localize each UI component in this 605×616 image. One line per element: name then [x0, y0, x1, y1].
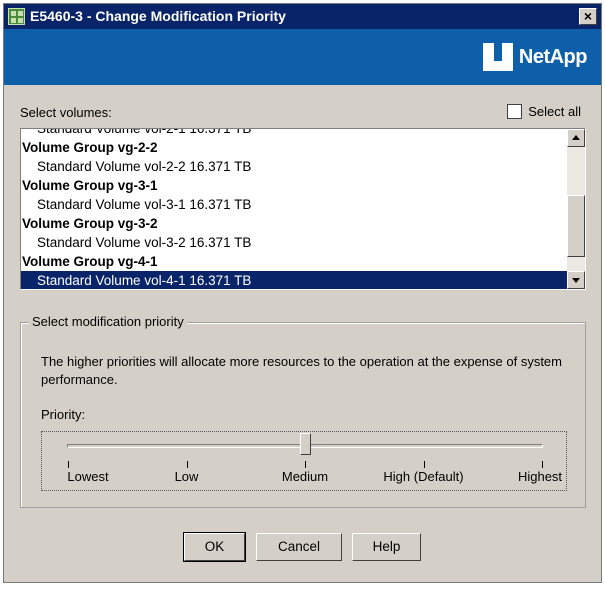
volume-group-item[interactable]: Volume Group vg-3-2 [21, 214, 568, 233]
priority-groupbox-legend: Select modification priority [29, 314, 187, 329]
volumes-list: Standard Volume vol-2-1 16.371 TB Volume … [21, 129, 568, 289]
netapp-logo-icon [482, 43, 513, 71]
netapp-logo: NetApp [482, 43, 588, 71]
volume-group-item[interactable]: Volume Group vg-3-1 [21, 176, 568, 195]
window-title: E5460-3 - Change Modification Priority [30, 8, 286, 24]
priority-groupbox: Select modification priority The higher … [20, 314, 586, 508]
priority-label: Priority: [41, 407, 86, 422]
priority-description: The higher priorities will allocate more… [41, 354, 562, 387]
volumes-listbox[interactable]: Standard Volume vol-2-1 16.371 TB Volume … [20, 128, 586, 290]
netapp-logo-text: NetApp [518, 45, 588, 68]
slider-tick [423, 461, 425, 468]
volume-item[interactable]: Standard Volume vol-3-1 16.371 TB [21, 195, 568, 214]
brand-banner: NetApp [4, 29, 601, 85]
select-all-checkbox[interactable]: Select all [507, 104, 581, 119]
slider-label-highest: Highest [517, 469, 563, 484]
scroll-down-button[interactable] [567, 271, 585, 289]
dialog-window: E5460-3 - Change Modification Priority ×… [3, 3, 602, 583]
slider-thumb[interactable] [300, 433, 311, 455]
slider-label-lowest: Lowest [67, 469, 109, 484]
cancel-button[interactable]: Cancel [256, 533, 342, 561]
app-icon [8, 8, 25, 25]
priority-slider[interactable]: Lowest Low Medium High (Default) Highest [41, 431, 567, 491]
slider-tick [186, 461, 188, 468]
slider-tick [542, 461, 543, 468]
ok-button[interactable]: OK [183, 532, 246, 562]
volume-item[interactable]: Standard Volume vol-2-2 16.371 TB [21, 157, 568, 176]
select-all-label[interactable]: Select all [528, 104, 581, 119]
volume-item[interactable]: Standard Volume vol-3-2 16.371 TB [21, 233, 568, 252]
slider-label-high-default: High (Default) [383, 469, 464, 484]
slider-label-medium: Medium [281, 469, 329, 484]
volume-group-item[interactable]: Volume Group vg-2-2 [21, 138, 568, 157]
title-bar[interactable]: E5460-3 - Change Modification Priority × [4, 4, 601, 29]
scroll-thumb[interactable] [567, 195, 585, 257]
scroll-up-button[interactable] [567, 129, 585, 147]
select-volumes-label: Select volumes: [20, 105, 112, 120]
slider-tick [305, 461, 306, 468]
list-scrollbar[interactable] [567, 129, 585, 289]
slider-label-low: Low [174, 469, 199, 484]
help-button[interactable]: Help [352, 533, 421, 561]
volume-group-item[interactable]: Volume Group vg-4-1 [21, 252, 568, 271]
close-button[interactable]: × [579, 8, 597, 25]
slider-tick [68, 461, 69, 468]
checkbox-box[interactable] [507, 104, 523, 119]
volume-item[interactable]: Standard Volume vol-4-1 16.371 TB [21, 271, 568, 289]
volume-item[interactable]: Standard Volume vol-2-1 16.371 TB [21, 129, 568, 138]
